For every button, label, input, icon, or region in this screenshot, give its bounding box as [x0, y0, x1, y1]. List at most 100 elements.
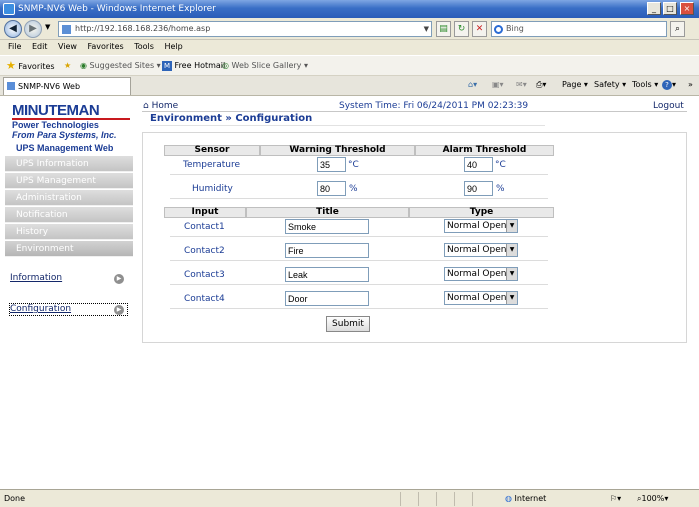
- sidebar-item-notification[interactable]: Notification: [5, 207, 133, 223]
- contact2-type-select[interactable]: Normal Open ▼: [444, 243, 518, 257]
- globe-icon: ◍: [505, 494, 512, 503]
- sidebar-item-environment[interactable]: Environment: [5, 241, 133, 257]
- safety-menu[interactable]: Safety ▾: [594, 76, 626, 94]
- address-dropdown-icon[interactable]: ▼: [424, 22, 429, 36]
- logout-link[interactable]: Logout: [653, 101, 684, 111]
- protected-mode-icon[interactable]: ⚐▾: [610, 490, 621, 507]
- dropdown-arrow-icon: ▼: [506, 220, 517, 232]
- maximize-button[interactable]: □: [663, 2, 677, 15]
- contact4-label: Contact4: [184, 294, 225, 304]
- contact4-title-input[interactable]: [285, 291, 369, 306]
- free-hotmail-label: Free Hotmail: [174, 61, 226, 70]
- page-menu[interactable]: Page ▾: [562, 76, 588, 94]
- page-title: Environment » Configuration: [150, 113, 313, 124]
- temperature-warning-input[interactable]: [317, 157, 346, 172]
- zoom-dropdown-icon: ▾: [664, 494, 669, 503]
- star-icon: ★: [6, 59, 16, 72]
- row-divider: [170, 260, 548, 261]
- logo-line2: Power Technologies: [12, 118, 130, 130]
- add-favorites-icon[interactable]: ★: [64, 56, 71, 76]
- menu-edit[interactable]: Edit: [32, 40, 48, 54]
- contact4-type-select[interactable]: Normal Open ▼: [444, 291, 518, 305]
- toolbar-overflow-icon[interactable]: »: [688, 76, 693, 94]
- sidebar-item-history[interactable]: History: [5, 224, 133, 240]
- home-icon[interactable]: ⌂▾: [468, 76, 477, 94]
- sensor-humidity-label: Humidity: [192, 184, 233, 194]
- menu-help[interactable]: Help: [164, 40, 182, 54]
- sidebar-item-ups-management[interactable]: UPS Management: [5, 173, 133, 189]
- menu-favorites[interactable]: Favorites: [88, 40, 124, 54]
- address-text: http://192.168.168.236/home.asp: [75, 24, 211, 33]
- print-icon[interactable]: ⎙▾: [536, 76, 546, 94]
- internet-zone[interactable]: ◍ Internet: [505, 490, 546, 507]
- help-menu[interactable]: ? ▾: [662, 76, 676, 94]
- tab-favicon: [7, 82, 15, 90]
- sidebar-item-ups-information[interactable]: UPS Information: [5, 156, 133, 172]
- row-divider: [170, 174, 548, 175]
- web-slice-gallery-link[interactable]: ◎ Web Slice Gallery ▾: [222, 56, 308, 76]
- sidebar-link-configuration[interactable]: Configuration: [10, 304, 71, 314]
- contact2-title-input[interactable]: [285, 243, 369, 258]
- tools-menu[interactable]: Tools ▾: [632, 76, 658, 94]
- minimize-button[interactable]: _: [647, 2, 661, 15]
- row-divider: [170, 236, 548, 237]
- header-divider: [142, 111, 687, 112]
- arrow-right-icon: ▶: [114, 274, 124, 284]
- forward-button[interactable]: ▶: [24, 20, 42, 38]
- menu-view[interactable]: View: [58, 40, 77, 54]
- sensor-temperature-label: Temperature: [183, 160, 241, 170]
- contact4-type-value: Normal Open: [447, 293, 507, 303]
- back-button[interactable]: ◀: [4, 20, 22, 38]
- contact3-title-input[interactable]: [285, 267, 369, 282]
- humidity-alarm-input[interactable]: [464, 181, 493, 196]
- help-dropdown: ▾: [672, 80, 677, 89]
- contact3-type-select[interactable]: Normal Open ▼: [444, 267, 518, 281]
- hotmail-icon: M: [162, 61, 172, 71]
- dropdown-arrow-icon: ▼: [506, 244, 517, 256]
- mail-icon[interactable]: ✉▾: [516, 76, 527, 94]
- temperature-alarm-unit: °C: [495, 160, 506, 170]
- menu-tools[interactable]: Tools: [134, 40, 154, 54]
- system-time: System Time: Fri 06/24/2011 PM 02:23:39: [339, 101, 529, 111]
- status-bar: Done ◍ Internet ⚐▾ ⌕100%▾: [0, 489, 699, 507]
- humidity-warning-input[interactable]: [317, 181, 346, 196]
- refresh-icon[interactable]: ↻: [454, 21, 469, 37]
- home-label: Home: [151, 101, 179, 111]
- temperature-alarm-input[interactable]: [464, 157, 493, 172]
- submit-button[interactable]: Submit: [326, 316, 370, 332]
- help-icon: ?: [662, 80, 672, 90]
- suggested-sites-label: Suggested Sites ▾: [89, 61, 161, 70]
- search-icon[interactable]: ⌕: [670, 21, 685, 37]
- sidebar-link-information[interactable]: Information: [10, 273, 62, 283]
- window-title: SNMP-NV6 Web - Windows Internet Explorer: [18, 4, 216, 14]
- status-cell: [472, 492, 500, 506]
- search-input[interactable]: Bing: [491, 21, 667, 37]
- zoom-control[interactable]: ⌕100%▾: [637, 490, 668, 507]
- address-bar[interactable]: http://192.168.168.236/home.asp ▼: [58, 21, 432, 37]
- contact1-type-select[interactable]: Normal Open ▼: [444, 219, 518, 233]
- status-text: Done: [4, 494, 26, 503]
- compatibility-icon[interactable]: ▤: [436, 21, 451, 37]
- app-subtitle: UPS Management Web: [16, 143, 114, 153]
- feeds-icon[interactable]: ▣▾: [492, 76, 504, 94]
- tab-title: SNMP-NV6 Web: [18, 82, 81, 91]
- close-button[interactable]: ×: [680, 2, 694, 15]
- humidity-alarm-unit: %: [496, 184, 505, 194]
- search-placeholder: Bing: [506, 24, 524, 33]
- zoom-level: 100%: [641, 494, 665, 503]
- temperature-warning-unit: °C: [348, 160, 359, 170]
- tab-snmp-nv6[interactable]: SNMP-NV6 Web: [3, 77, 131, 95]
- row-divider: [170, 308, 548, 309]
- alarm-threshold-header: Alarm Threshold: [415, 145, 554, 156]
- suggested-sites-link[interactable]: ◉ Suggested Sites ▾: [80, 56, 161, 76]
- contact1-title-input[interactable]: [285, 219, 369, 234]
- home-link[interactable]: ⌂ Home: [143, 101, 178, 111]
- title-divider: [150, 125, 545, 126]
- stop-icon[interactable]: ✕: [472, 21, 487, 37]
- free-hotmail-link[interactable]: M Free Hotmail: [162, 56, 225, 76]
- menu-file[interactable]: File: [8, 40, 21, 54]
- favorites-button[interactable]: ★ Favorites: [6, 56, 55, 77]
- sidebar-item-administration[interactable]: Administration: [5, 190, 133, 206]
- status-cell: [418, 492, 436, 506]
- recent-pages-dropdown-icon[interactable]: ▼: [45, 23, 50, 31]
